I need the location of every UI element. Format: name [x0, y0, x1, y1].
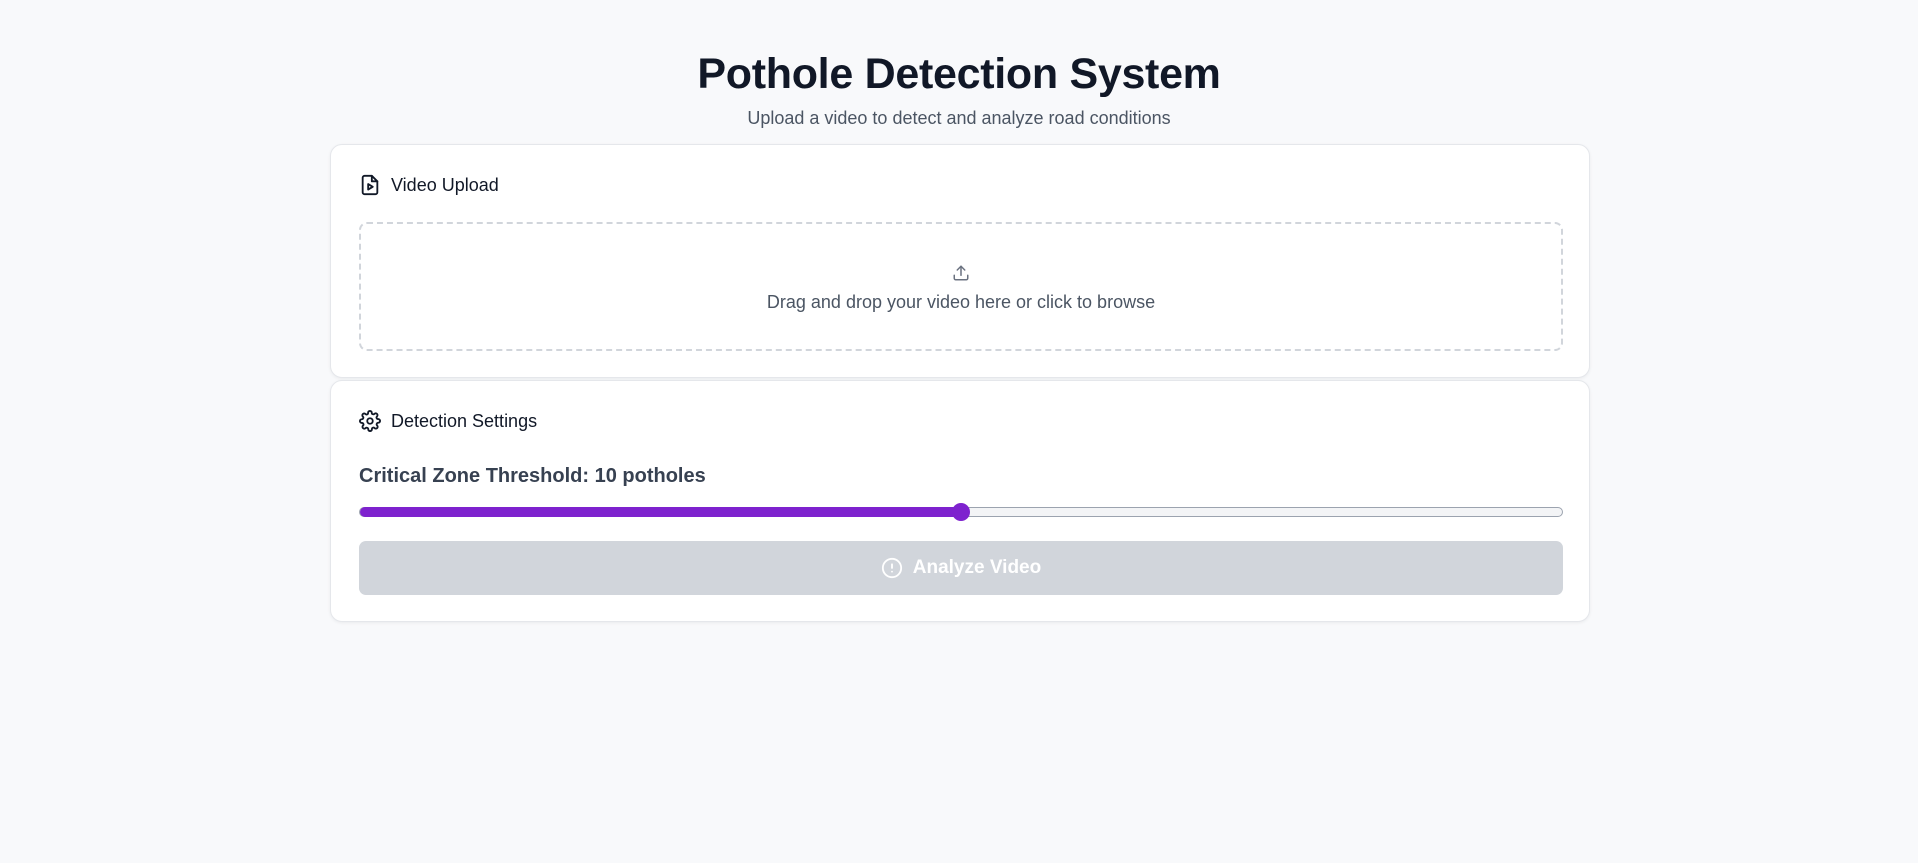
analyze-video-label: Analyze Video	[912, 557, 1042, 578]
threshold-slider[interactable]	[359, 503, 1563, 521]
upload-icon	[952, 264, 970, 282]
alert-circle-icon	[881, 557, 903, 579]
video-upload-heading: Video Upload	[359, 173, 499, 197]
page-header: Pothole Detection System Upload a video …	[0, 48, 1918, 130]
analyze-video-button[interactable]: Analyze Video	[359, 541, 1563, 595]
threshold-slider-thumb[interactable]	[952, 503, 970, 521]
detection-settings-heading: Detection Settings	[359, 409, 537, 433]
threshold-label: Critical Zone Threshold: 10 potholes	[359, 465, 706, 487]
dropzone-text: Drag and drop your video here or click t…	[766, 291, 1156, 312]
gear-icon	[359, 410, 381, 432]
detection-settings-card: Detection Settings Critical Zone Thresho…	[330, 380, 1590, 622]
video-dropzone[interactable]: Drag and drop your video here or click t…	[359, 222, 1563, 351]
detection-settings-heading-label: Detection Settings	[391, 411, 538, 431]
threshold-slider-fill	[360, 507, 961, 517]
page-title: Pothole Detection System	[697, 50, 1221, 98]
file-video-icon	[359, 174, 381, 196]
video-upload-heading-label: Video Upload	[391, 175, 499, 195]
page-subtitle: Upload a video to detect and analyze roa…	[747, 108, 1171, 128]
video-upload-card: Video Upload Drag and drop your video he…	[330, 144, 1590, 378]
